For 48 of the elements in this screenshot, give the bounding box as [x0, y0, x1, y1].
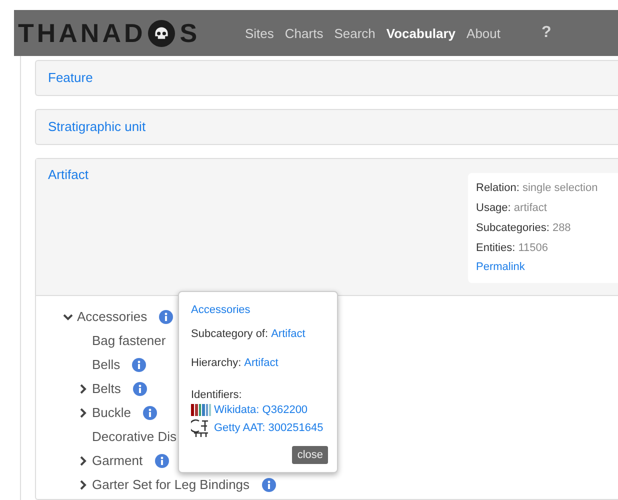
chevron-right-icon[interactable] [78, 384, 88, 394]
info-icon[interactable] [132, 358, 146, 372]
chevron-right-icon[interactable] [78, 456, 88, 466]
info-icon[interactable] [154, 454, 169, 468]
tree-item[interactable]: Belts [92, 380, 121, 397]
detail-text: Subcategories: 288 [476, 221, 572, 235]
tree-item[interactable]: Garment [92, 452, 143, 469]
info-icon[interactable] [132, 382, 147, 396]
detail-text: Entities: 11506 [476, 241, 549, 255]
detail-text: Usage: artifact [476, 201, 548, 215]
permalink-link[interactable]: Permalink [476, 261, 608, 273]
nav-link[interactable]: Sites [245, 26, 274, 40]
logo-text: S [180, 18, 200, 48]
hierarchy-link[interactable]: Artifact [244, 357, 278, 369]
close-button[interactable]: close [292, 446, 328, 464]
info-icon[interactable] [143, 406, 158, 420]
tree-item[interactable]: Buckle [92, 404, 132, 421]
nav-link[interactable]: Charts [284, 26, 324, 40]
field-label: Hierarchy: [191, 357, 242, 369]
logo-text: THANAD [18, 18, 146, 48]
parent-link[interactable]: Artifact [271, 328, 306, 340]
nav-link[interactable]: About [466, 26, 501, 40]
identifier-link[interactable]: Wikidata: Q362200 [214, 404, 308, 416]
info-icon[interactable] [159, 310, 174, 324]
popover-title-link[interactable]: Accessories [191, 304, 325, 316]
identifier-link[interactable]: Getty AAT: 300251645 [214, 422, 324, 434]
chevron-right-icon[interactable] [78, 408, 88, 418]
section-title-link[interactable]: Stratigraphic unit [48, 119, 146, 134]
chevron-down-icon[interactable] [63, 312, 73, 322]
logo-icon [191, 419, 211, 437]
chevron-right-icon[interactable] [78, 480, 88, 490]
nav-link[interactable]: Vocabulary [386, 26, 456, 40]
tree-item[interactable]: Bells [92, 356, 120, 373]
detail-text: Relation: single selection [476, 181, 599, 195]
skull-icon [148, 20, 175, 46]
section-title-link[interactable]: Feature [48, 70, 93, 85]
field-label: Identifiers: [191, 389, 243, 401]
site-logo[interactable]: THANAD S [14, 18, 233, 48]
nav-link[interactable]: Search [334, 26, 376, 40]
tree-item[interactable]: Accessories [77, 308, 148, 325]
info-icon[interactable] [262, 478, 276, 492]
section-title-link[interactable]: Artifact [48, 167, 88, 283]
tree-item[interactable]: Decorative Dis [92, 428, 177, 445]
tree-item[interactable]: Garter Set for Leg Bindings [92, 476, 250, 493]
tree-item[interactable]: Bag fastener [92, 332, 166, 349]
barcode-logo-icon [191, 404, 211, 416]
nav-link[interactable]: ? [542, 24, 552, 42]
field-label: Subcategory of: [191, 328, 268, 340]
